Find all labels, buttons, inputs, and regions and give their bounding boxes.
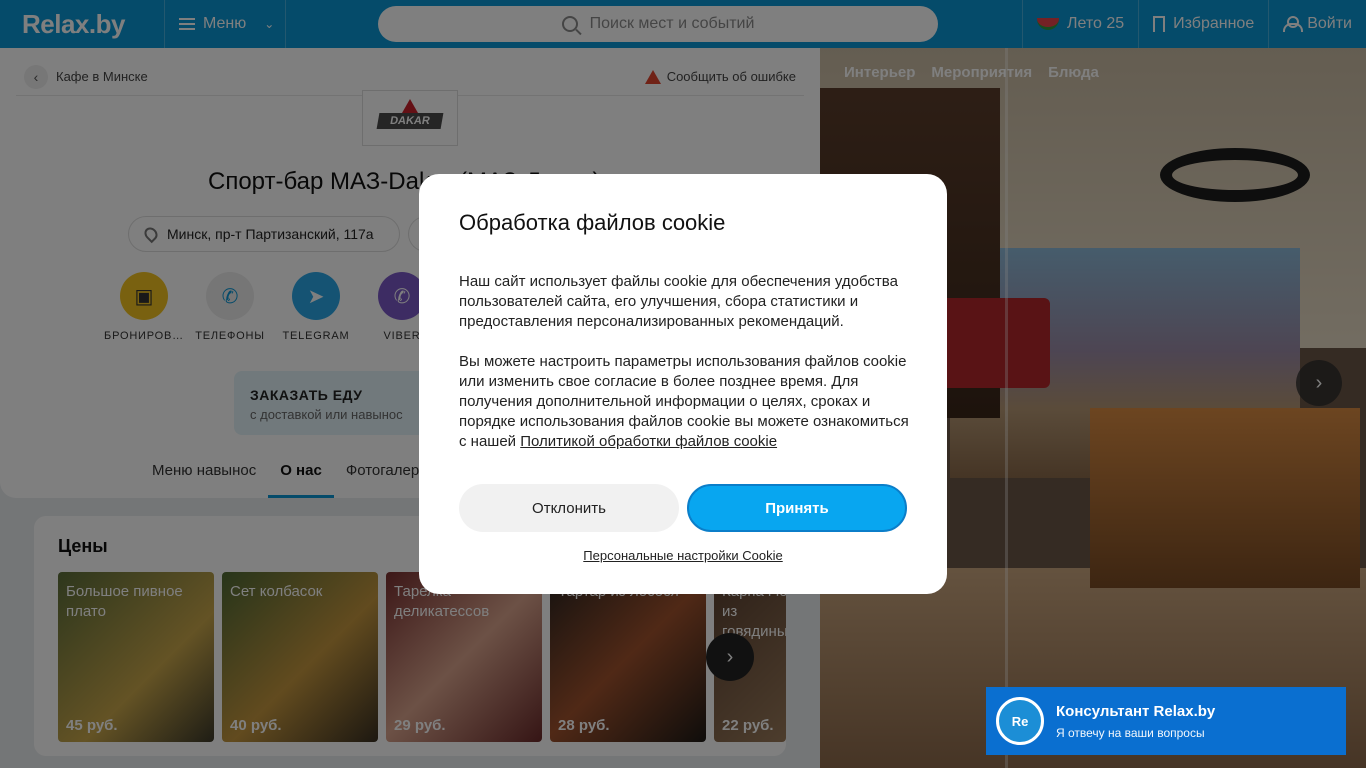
cookie-paragraph-1: Наш сайт использует файлы cookie для обе… (459, 273, 898, 330)
consultant-subtitle: Я отвечу на ваши вопросы (1056, 725, 1205, 740)
consultant-title: Консультант Relax.by (1056, 702, 1216, 720)
decline-button[interactable]: Отклонить (459, 484, 679, 532)
cookie-paragraph-2: Вы можете настроить параметры использова… (459, 352, 909, 452)
consultant-avatar: Re (996, 697, 1044, 745)
cookie-policy-link[interactable]: Политикой обработки файлов cookie (520, 433, 777, 450)
cookie-modal: Обработка файлов cookie Наш сайт использ… (419, 174, 947, 594)
consultant-widget[interactable]: Re Консультант Relax.by Я отвечу на ваши… (986, 687, 1346, 755)
cookie-personal-settings-link[interactable]: Персональные настройки Cookie (459, 548, 907, 563)
accept-button[interactable]: Принять (686, 484, 907, 532)
cookie-modal-title: Обработка файлов cookie (459, 210, 726, 235)
